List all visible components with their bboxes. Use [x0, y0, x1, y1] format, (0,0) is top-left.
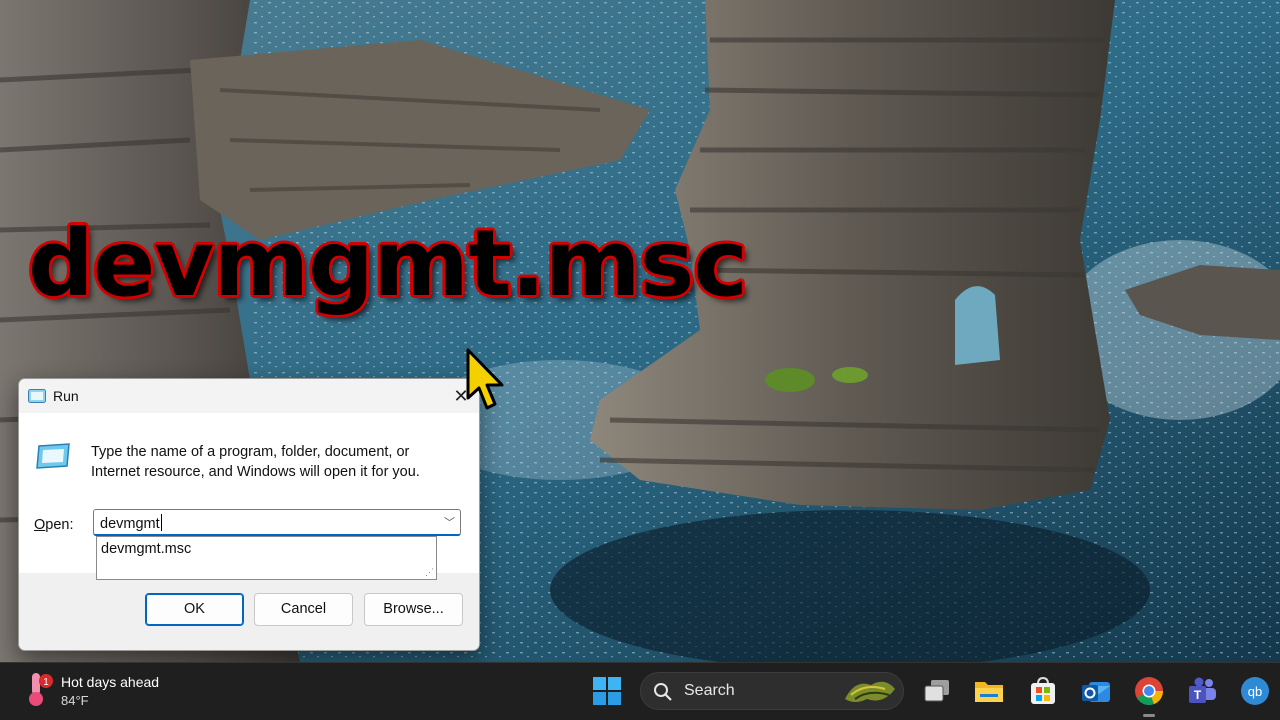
outlook-icon[interactable] — [1081, 676, 1111, 706]
run-dialog-footer: OK Cancel Browse... — [19, 573, 479, 650]
overlay-caption: devmgmt.msc — [28, 210, 748, 317]
run-dialog: Run ✕ Type the name of a program, folder… — [18, 378, 480, 651]
open-label-accelerator: O — [34, 517, 46, 533]
chrome-icon[interactable] — [1134, 676, 1164, 706]
weather-temp[interactable]: 84°F — [61, 693, 89, 708]
weather-title[interactable]: Hot days ahead — [61, 674, 159, 690]
start-icon[interactable] — [592, 676, 622, 706]
resize-grip-icon[interactable]: ⋰ — [425, 568, 434, 577]
search-highlight-icon — [841, 675, 899, 712]
open-combobox[interactable]: devmgmt ﹀ — [93, 509, 461, 536]
task-view-icon[interactable] — [922, 676, 952, 706]
microsoft-store-icon[interactable] — [1028, 676, 1058, 706]
mouse-cursor-icon — [464, 348, 504, 417]
browse-button[interactable]: Browse... — [364, 593, 463, 626]
svg-text:T: T — [1194, 688, 1202, 702]
qbittorrent-icon[interactable]: qb — [1240, 676, 1270, 706]
text-caret — [160, 514, 162, 531]
ok-button[interactable]: OK — [145, 593, 244, 626]
cancel-button[interactable]: Cancel — [254, 593, 353, 626]
run-program-icon — [35, 443, 71, 474]
teams-icon[interactable]: T — [1187, 676, 1217, 706]
open-label-text: pen: — [45, 517, 74, 533]
run-dialog-body: Type the name of a program, folder, docu… — [19, 413, 479, 580]
thermometer-icon[interactable]: 1 — [26, 671, 56, 714]
autocomplete-dropdown: devmgmt.msc ⋰ — [96, 536, 437, 580]
open-label: Open: — [34, 517, 74, 533]
open-input[interactable]: devmgmt — [100, 514, 162, 532]
run-app-icon — [28, 389, 46, 408]
run-dialog-description: Type the name of a program, folder, docu… — [91, 444, 420, 480]
taskbar-search[interactable]: Search — [640, 672, 904, 710]
run-dialog-title: Run — [53, 388, 79, 404]
svg-text:qb: qb — [1248, 684, 1262, 699]
search-icon — [653, 682, 673, 707]
run-dialog-titlebar[interactable]: Run ✕ — [19, 379, 479, 413]
autocomplete-item[interactable]: devmgmt.msc — [101, 541, 191, 557]
weather-badge: 1 — [43, 677, 49, 688]
chrome-active-indicator — [1143, 714, 1155, 717]
search-label: Search — [684, 682, 735, 699]
chevron-down-icon[interactable]: ﹀ — [444, 514, 455, 530]
open-input-value: devmgmt — [100, 516, 160, 532]
taskbar: 1 Hot days ahead 84°F Search T qb — [0, 662, 1280, 720]
file-explorer-icon[interactable] — [974, 676, 1004, 706]
